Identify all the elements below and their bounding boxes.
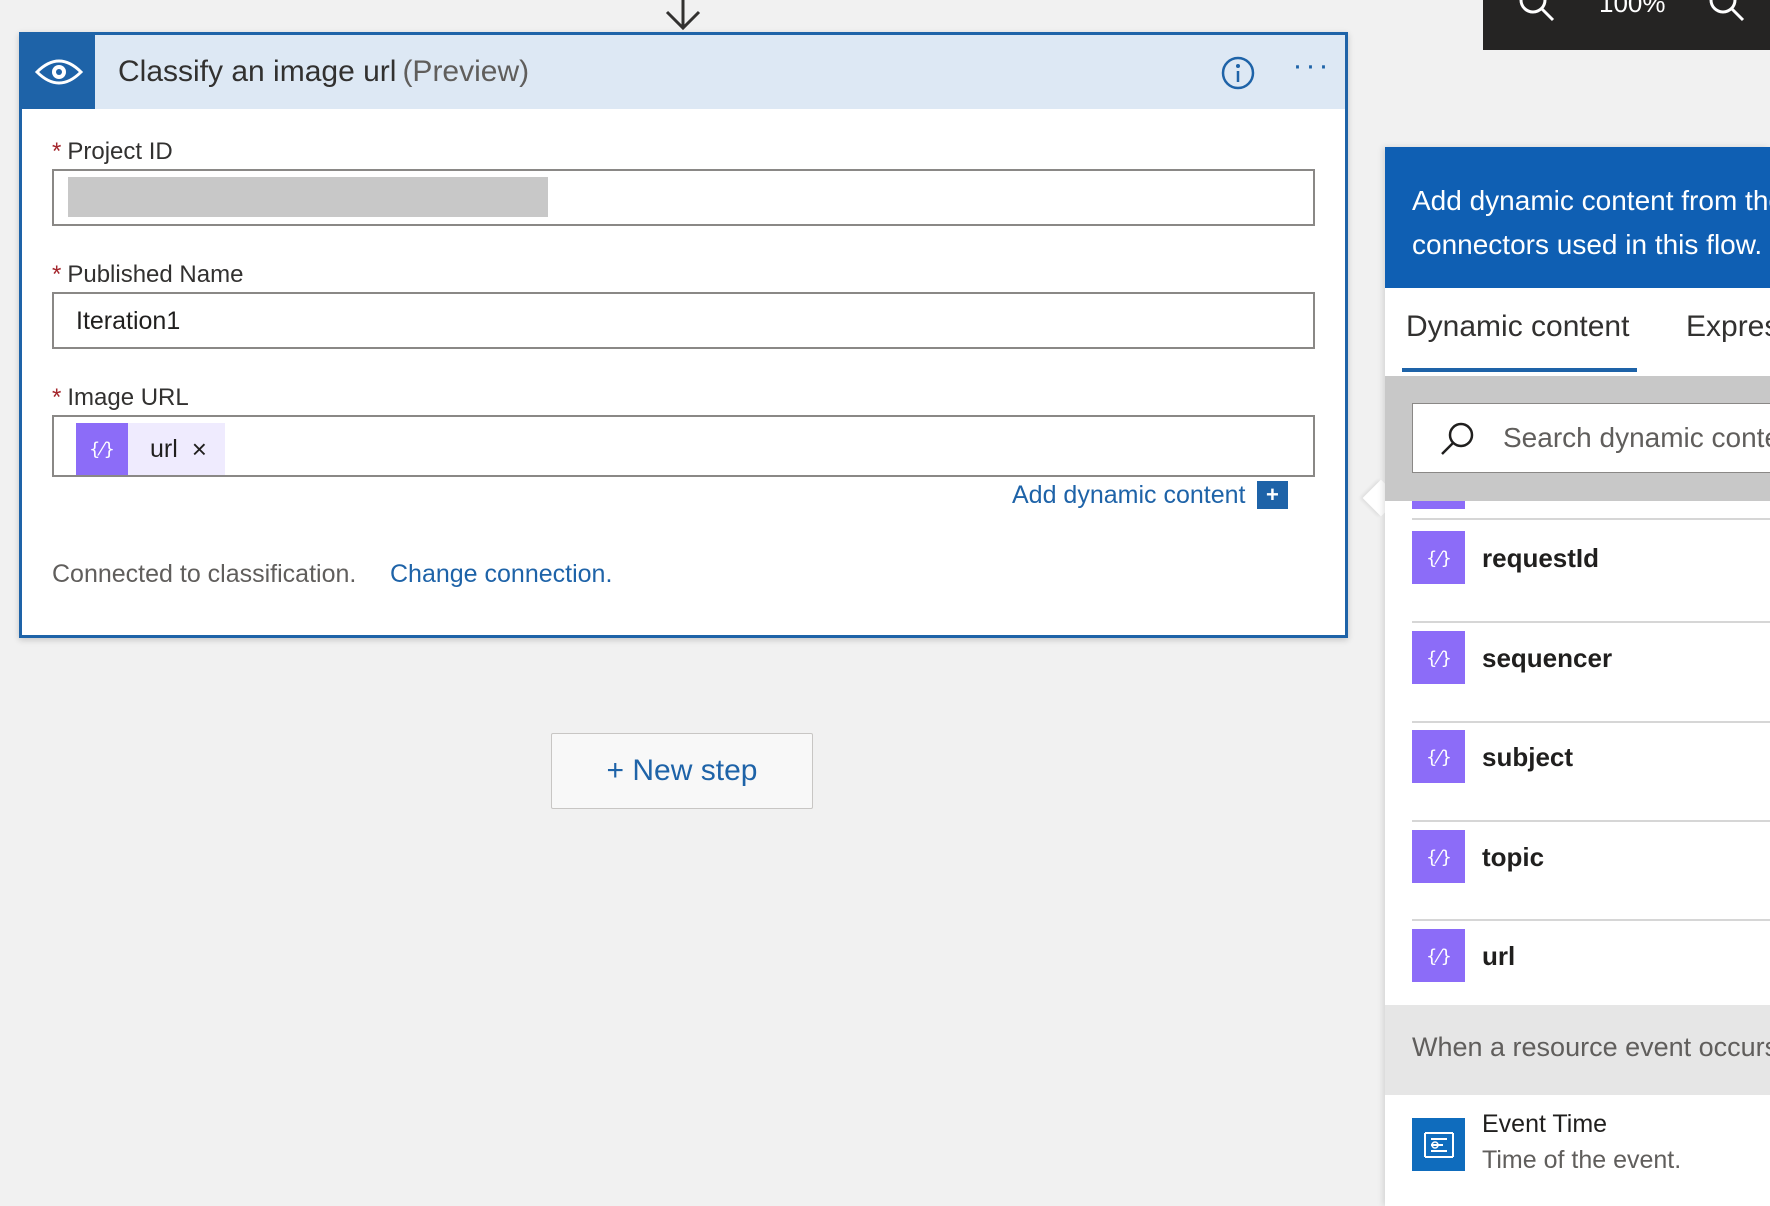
svg-text:{⁄}: {⁄} <box>1426 548 1452 569</box>
list-item-label: subject <box>1482 742 1574 772</box>
action-card: Classify an image url (Preview) ··· * Proj… <box>19 32 1348 638</box>
event-grid-icon <box>1412 1118 1465 1171</box>
add-dynamic-content-button[interactable]: Add dynamic content + <box>1012 479 1292 511</box>
url-token[interactable]: {⁄} url × <box>76 423 225 475</box>
zoom-toolbar: 100% <box>1483 0 1770 50</box>
panel-banner-text: Add dynamic content from the apps and co… <box>1412 185 1770 260</box>
list-item[interactable]: {⁄} subject <box>1412 730 1770 786</box>
dynamic-content-panel: Add dynamic content from the apps and co… <box>1385 147 1770 1206</box>
card-title: Classify an image url (Preview) <box>118 55 529 89</box>
required-mark: * <box>52 384 62 411</box>
dynamic-content-icon: {⁄} <box>1412 730 1465 783</box>
required-mark: * <box>52 261 62 288</box>
search-input[interactable] <box>1503 418 1770 458</box>
card-title-text: Classify an image url <box>118 55 397 88</box>
add-dynamic-plus-icon: + <box>1257 481 1292 509</box>
divider <box>1412 721 1770 723</box>
card-header[interactable]: Classify an image url (Preview) ··· <box>22 35 1345 109</box>
dynamic-content-icon: {⁄} <box>1412 830 1465 883</box>
svg-text:{⁄}: {⁄} <box>1426 847 1452 868</box>
panel-banner: Add dynamic content from the apps and co… <box>1385 147 1770 288</box>
list-item[interactable]: {⁄} requestId <box>1412 531 1770 587</box>
list-item-label: topic <box>1482 842 1545 872</box>
image-url-label: * Image URL <box>52 384 189 412</box>
tab-dynamic-content[interactable]: Dynamic content <box>1401 310 1638 372</box>
project-id-label-text: Project ID <box>67 138 173 165</box>
list-item[interactable]: {⁄} topic <box>1412 830 1770 886</box>
search-icon <box>1441 422 1474 455</box>
published-name-field[interactable]: Iteration1 <box>52 292 1315 349</box>
card-title-preview: (Preview) <box>402 55 530 88</box>
svg-text:{⁄}: {⁄} <box>1426 946 1452 967</box>
change-connection-link[interactable]: Change connection. <box>390 560 612 589</box>
required-mark: * <box>52 138 62 165</box>
list-item[interactable]: {⁄} url <box>1412 929 1770 985</box>
more-options-icon[interactable]: ··· <box>1290 49 1334 89</box>
computer-vision-eye-icon <box>22 35 95 109</box>
search-box[interactable] <box>1412 403 1770 473</box>
project-id-field[interactable] <box>52 169 1315 226</box>
event-time-label: Event Time <box>1482 1110 1608 1138</box>
divider <box>1412 919 1770 921</box>
list-item-label: requestId <box>1482 543 1600 573</box>
list-item-event-time[interactable]: Event Time Time of the event. <box>1412 1108 1770 1188</box>
search-area <box>1385 376 1770 501</box>
url-token-label: url <box>150 434 178 463</box>
new-step-button[interactable]: + New step <box>551 733 813 809</box>
dynamic-content-icon: {⁄} <box>1412 631 1465 684</box>
zoom-out-icon[interactable] <box>1703 0 1751 26</box>
section-header-label: When a resource event occurs <box>1412 1032 1770 1062</box>
add-dynamic-content-label: Add dynamic content <box>1012 480 1246 509</box>
info-icon[interactable] <box>1220 55 1256 91</box>
redacted-value <box>68 177 548 217</box>
dynamic-content-icon: {⁄} <box>1412 929 1465 982</box>
published-name-label-text: Published Name <box>67 261 244 288</box>
list-item[interactable]: {⁄} sequencer <box>1412 631 1770 687</box>
zoom-in-icon[interactable] <box>1513 0 1561 26</box>
image-url-label-text: Image URL <box>67 384 189 411</box>
divider <box>1412 820 1770 822</box>
list-item-label: sequencer <box>1482 643 1613 673</box>
divider <box>1412 621 1770 623</box>
dynamic-content-icon: {⁄} <box>1412 531 1465 584</box>
image-url-field[interactable]: {⁄} url × <box>52 415 1315 477</box>
connector-arrow-icon <box>665 0 701 31</box>
project-id-label: * Project ID <box>52 138 173 166</box>
remove-token-icon[interactable]: × <box>192 434 207 465</box>
dynamic-content-icon: {⁄} <box>76 423 128 475</box>
event-time-description: Time of the event. <box>1482 1146 1682 1174</box>
panel-tabs: Dynamic content Expression <box>1385 288 1770 376</box>
published-name-label: * Published Name <box>52 261 243 289</box>
published-name-value: Iteration1 <box>76 307 181 335</box>
divider <box>1412 518 1770 520</box>
list-item-partial <box>1412 501 1465 509</box>
connection-status: Connected to classification. <box>52 560 357 588</box>
list-item-label: url <box>1482 941 1516 971</box>
svg-text:{⁄}: {⁄} <box>1426 648 1452 669</box>
svg-text:{⁄}: {⁄} <box>1426 747 1452 768</box>
section-header: When a resource event occurs <box>1385 1005 1770 1095</box>
svg-text:{⁄}: {⁄} <box>89 439 115 460</box>
zoom-level: 100% <box>1599 0 1666 18</box>
tab-expression[interactable]: Expression <box>1686 310 1770 344</box>
